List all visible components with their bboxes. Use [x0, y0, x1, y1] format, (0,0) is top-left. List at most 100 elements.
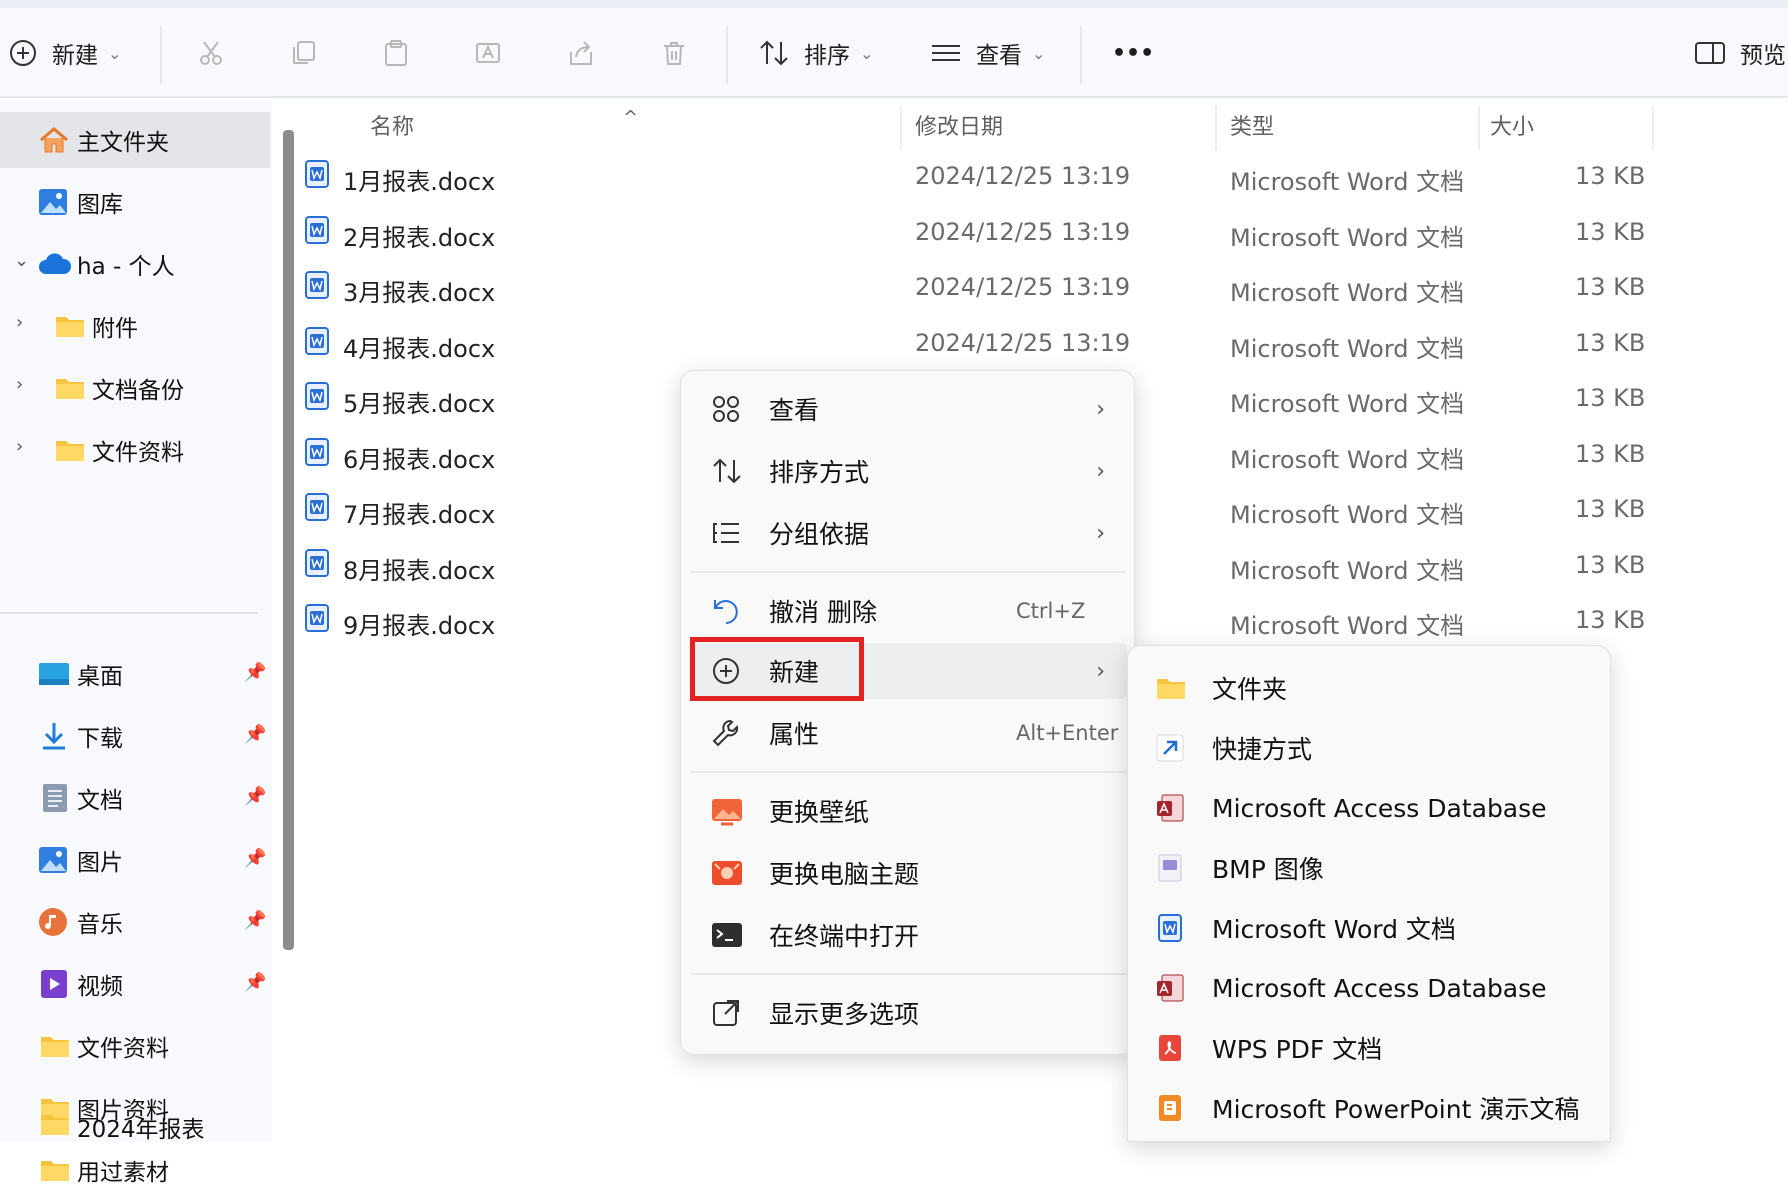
file-size: 13 KB: [1575, 439, 1646, 468]
column-separator[interactable]: [900, 106, 902, 150]
menu-item-label: 更换电脑主题: [769, 860, 920, 889]
column-header-date[interactable]: 修改日期: [915, 100, 1003, 150]
file-type: Microsoft Word 文档: [1230, 390, 1465, 418]
scissors-icon: [196, 38, 226, 68]
view-button-label: 查看: [976, 43, 1022, 69]
red-highlight-box: [690, 637, 864, 701]
chevron-down-icon[interactable]: ⌄: [14, 250, 29, 271]
chevron-right-icon: ›: [1096, 458, 1105, 484]
quick-item-pictures[interactable]: 图片 📌: [0, 832, 272, 888]
file-size: 13 KB: [1575, 273, 1646, 301]
menu-item-theme[interactable]: 更换电脑主题: [689, 845, 1127, 901]
quick-item-documents[interactable]: 文档 📌: [0, 770, 272, 826]
file-name: 3月报表.docx: [343, 279, 496, 307]
access-icon: [1156, 794, 1184, 822]
menu-item-properties[interactable]: 属性 Alt+Enter: [689, 705, 1127, 761]
table-row[interactable]: 3月报表.docx 2024/12/25 13:19 Microsoft Word …: [305, 261, 1788, 313]
column-separator[interactable]: [1215, 106, 1217, 150]
file-name: 8月报表.docx: [343, 556, 496, 585]
delete-button[interactable]: [659, 8, 689, 98]
nav-item-onedrive[interactable]: ⌄ ha - 个人: [0, 236, 272, 292]
quick-item-desktop[interactable]: 桌面 📌: [0, 646, 272, 702]
pin-icon[interactable]: 📌: [244, 848, 266, 869]
chevron-right-icon[interactable]: ›: [16, 436, 23, 457]
column-header-size[interactable]: 大小: [1490, 100, 1534, 150]
file-name: 9月报表.docx: [343, 612, 496, 640]
list-view-icon: [930, 38, 962, 68]
submenu-item[interactable]: 快捷方式: [1128, 720, 1612, 776]
new-button[interactable]: 新建 ⌄: [8, 8, 121, 98]
nav-item-label: 文档备份: [92, 378, 184, 404]
menu-item-label: 在终端中打开: [769, 922, 920, 951]
rename-button[interactable]: [473, 8, 503, 98]
nav-item-gallery[interactable]: 图库: [0, 174, 272, 230]
toolbar-separator: [726, 26, 728, 84]
sidebar-scrollbar[interactable]: [283, 130, 294, 950]
column-separator[interactable]: [1652, 106, 1654, 150]
menu-item-label: 排序方式: [769, 458, 870, 487]
nav-item-tree-2[interactable]: › 文件资料: [0, 422, 272, 478]
copy-button[interactable]: [289, 8, 319, 98]
paste-button[interactable]: [381, 8, 411, 98]
cut-button[interactable]: [196, 8, 226, 98]
submenu-item-label: Microsoft Access Database: [1212, 793, 1547, 823]
folder-icon: [40, 1158, 70, 1182]
menu-item-terminal[interactable]: 在终端中打开: [689, 907, 1127, 963]
nav-item-home[interactable]: 主文件夹: [0, 112, 270, 168]
quick-item-music[interactable]: 音乐 📌: [0, 894, 272, 950]
view-button[interactable]: 查看 ⌄: [930, 8, 1045, 98]
file-size: 13 KB: [1575, 162, 1646, 190]
undo-icon: [711, 596, 741, 626]
submenu-item[interactable]: Microsoft Access Database: [1128, 960, 1612, 1016]
submenu-item-label: BMP 图像: [1212, 855, 1324, 884]
table-row[interactable]: 1月报表.docx 2024/12/25 13:19 Microsoft Word …: [305, 150, 1788, 202]
new-submenu: 文件夹 快捷方式 Microsoft Access Database BMP 图像 Mi…: [1127, 645, 1611, 1142]
menu-item-wallpaper[interactable]: 更换壁纸: [689, 783, 1127, 839]
file-date: 2024/12/25 13:19: [915, 217, 1131, 246]
chevron-right-icon[interactable]: ›: [16, 374, 23, 395]
menu-item-view[interactable]: 查看 ›: [689, 381, 1127, 437]
pin-icon[interactable]: 📌: [244, 662, 266, 683]
pictures-icon: [38, 845, 68, 875]
menu-item-group[interactable]: 分组依据 ›: [689, 505, 1127, 561]
submenu-item[interactable]: 文件夹: [1128, 660, 1612, 716]
column-header-type[interactable]: 类型: [1230, 100, 1274, 150]
pin-icon[interactable]: 📌: [244, 724, 266, 745]
chevron-down-icon: ⌄: [1032, 43, 1046, 63]
table-row[interactable]: 4月报表.docx 2024/12/25 13:19 Microsoft Word …: [305, 317, 1788, 369]
submenu-item[interactable]: Microsoft Access Database: [1128, 780, 1612, 836]
column-separator[interactable]: [1478, 106, 1480, 150]
nav-item-label: 视频: [77, 974, 123, 1000]
chevron-right-icon[interactable]: ›: [16, 312, 23, 333]
pin-icon[interactable]: 📌: [244, 972, 266, 993]
table-row[interactable]: 2月报表.docx 2024/12/25 13:19 Microsoft Word …: [305, 206, 1788, 258]
nav-item-tree-1[interactable]: › 文档备份: [0, 360, 272, 416]
wrench-icon: [711, 718, 741, 748]
share-button[interactable]: [566, 8, 596, 98]
more-options-button[interactable]: •••: [1112, 8, 1154, 98]
submenu-item[interactable]: Microsoft PowerPoint 演示文稿: [1128, 1080, 1612, 1136]
rename-icon: [473, 38, 503, 68]
preview-pane-button[interactable]: 预览: [1694, 8, 1786, 98]
desktop-icon: [38, 661, 70, 687]
quick-folder-2[interactable]: 用过素材: [0, 1142, 272, 1198]
pin-icon[interactable]: 📌: [244, 910, 266, 931]
sort-button[interactable]: 排序 ⌄: [758, 8, 873, 98]
nav-item-tree-0[interactable]: › 附件: [0, 298, 272, 354]
column-header-name[interactable]: 名称: [370, 100, 414, 150]
powerpoint-icon: [1156, 1094, 1184, 1122]
submenu-item[interactable]: Microsoft Word 文档: [1128, 900, 1612, 956]
quick-item-downloads[interactable]: 下载 📌: [0, 708, 272, 764]
chevron-down-icon: ⌄: [108, 43, 122, 63]
sort-icon: [711, 456, 743, 486]
quick-item-videos[interactable]: 视频 📌: [0, 956, 272, 1012]
pin-icon[interactable]: 📌: [244, 786, 266, 807]
navigation-pane: 主文件夹 图库 ⌄ ha - 个人 › 附件 › 文档备份 › 文件资料 桌面 …: [0, 100, 272, 1186]
menu-item-sort[interactable]: 排序方式 ›: [689, 443, 1127, 499]
quick-folder-3[interactable]: 2024年报表: [0, 1104, 272, 1142]
menu-item-more-options[interactable]: 显示更多选项: [689, 985, 1127, 1041]
quick-folder-0[interactable]: 文件资料: [0, 1018, 272, 1074]
submenu-item[interactable]: WPS PDF 文档: [1128, 1020, 1612, 1076]
submenu-item[interactable]: BMP 图像: [1128, 840, 1612, 896]
menu-item-undo-delete[interactable]: 撤消 删除 Ctrl+Z: [689, 583, 1127, 639]
